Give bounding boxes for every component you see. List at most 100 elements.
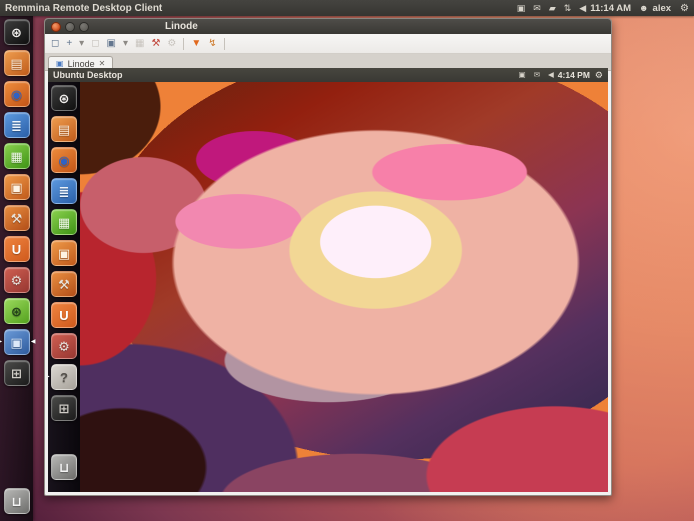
minimize-window-button[interactable]: ▼ bbox=[191, 39, 201, 49]
libreoffice-writer-icon: ≣ bbox=[59, 185, 70, 198]
launcher-item-libreoffice-writer[interactable]: ≣ bbox=[51, 178, 77, 204]
host-top-panel: Remmina Remote Desktop Client ▣ ✉ ▰ ⇅ ◀ 11:1… bbox=[0, 0, 694, 16]
remmina-toolbar: ◻ + ▾ ◻ ▣ ▾ ▦ ⚒ ⚙ ▼ ↯ bbox=[45, 34, 611, 54]
launcher-item-ubuntu-software[interactable]: ⊛ bbox=[4, 298, 30, 324]
libreoffice-writer-icon: ≣ bbox=[11, 119, 22, 132]
switch-resolution-menu-button[interactable]: ▾ bbox=[123, 39, 128, 49]
close-button[interactable] bbox=[51, 22, 61, 32]
remote-indicator-area: ▣ ✉ ◀ bbox=[519, 71, 558, 79]
remote-top-panel: Ubuntu Desktop ▣ ✉ ◀ 4:14 PM ⚙ bbox=[48, 68, 608, 82]
system-settings-icon: ⚙ bbox=[58, 340, 70, 353]
launcher-item-trash[interactable]: ⊔ bbox=[4, 488, 30, 514]
launcher-item-firefox[interactable]: ◉ bbox=[51, 147, 77, 173]
remote-session-icon[interactable]: ▣ bbox=[517, 4, 526, 13]
active-app-title: Remmina Remote Desktop Client bbox=[0, 3, 162, 14]
battery-icon[interactable]: ▰ bbox=[549, 4, 556, 13]
preferences-tools-button[interactable]: ⚒ bbox=[151, 39, 160, 49]
launcher-item-dash-home[interactable]: ⊛ bbox=[51, 85, 77, 111]
remote-session-gear-icon[interactable]: ⚙ bbox=[595, 70, 603, 81]
window-controls bbox=[51, 22, 93, 32]
libreoffice-impress-icon: ▣ bbox=[58, 247, 70, 260]
launcher-item-firefox[interactable]: ◉ bbox=[4, 81, 30, 107]
software-center-icon: ⚒ bbox=[11, 212, 23, 225]
launcher-item-unknown-window[interactable]: ?▶ bbox=[51, 364, 77, 390]
tab-close-icon[interactable]: ✕ bbox=[99, 60, 106, 68]
launcher-item-software-center[interactable]: ⚒ bbox=[51, 271, 77, 297]
remote-desktop-body: ⊛▤◉≣▦▣⚒U⚙?▶⊞⊔ bbox=[48, 82, 608, 492]
switch-resolution-button[interactable]: ▣ bbox=[107, 39, 116, 49]
sound-volume-icon[interactable]: ◀ bbox=[548, 71, 554, 79]
launcher-item-software-center[interactable]: ⚒ bbox=[4, 205, 30, 231]
launcher-item-libreoffice-writer[interactable]: ≣ bbox=[4, 112, 30, 138]
remote-viewport[interactable]: Ubuntu Desktop ▣✉◀ 4:14 PM ⚙ ⊛▤◉≣▦▣⚒U⚙?▶… bbox=[48, 68, 608, 492]
remote-clock[interactable]: 4:14 PM bbox=[558, 70, 590, 80]
firefox-icon: ◉ bbox=[11, 88, 22, 101]
session-indicator[interactable]: ☻ alex ⚙ bbox=[639, 3, 694, 14]
maximize-button[interactable] bbox=[79, 22, 89, 32]
firefox-icon: ◉ bbox=[58, 154, 69, 167]
messaging-mail-icon[interactable]: ✉ bbox=[533, 4, 541, 13]
launcher-item-trash[interactable]: ⊔ bbox=[51, 454, 77, 480]
scaled-mode-button[interactable]: ◻ bbox=[91, 39, 99, 49]
system-settings-icon: ⚙ bbox=[11, 274, 23, 287]
launcher-item-workspace-switcher[interactable]: ⊞ bbox=[4, 360, 30, 386]
launcher-item-libreoffice-calc[interactable]: ▦ bbox=[51, 209, 77, 235]
launcher-item-dash-home[interactable]: ⊛ bbox=[4, 19, 30, 45]
advanced-settings-button[interactable]: ⚙ bbox=[167, 39, 176, 49]
launcher-item-ubuntu-one[interactable]: U bbox=[51, 302, 77, 328]
host-indicator-area: ▣ ✉ ▰ ⇅ ◀ bbox=[517, 4, 590, 13]
remmina-window: Linode ◻ + ▾ ◻ ▣ ▾ ▦ ⚒ ⚙ ▼ ↯ ▣ Linode ✕ Ubuntu Des… bbox=[44, 18, 612, 496]
trash-icon: ⊔ bbox=[11, 495, 21, 508]
remote-desktop-title: Ubuntu Desktop bbox=[53, 70, 123, 80]
grab-keyboard-button[interactable]: ▦ bbox=[135, 39, 144, 49]
toggle-fullscreen-button[interactable]: ◻ bbox=[51, 39, 59, 49]
focused-indicator: ▶ bbox=[48, 374, 50, 380]
unknown-window-icon: ? bbox=[60, 371, 68, 384]
launcher-item-workspace-switcher[interactable]: ⊞ bbox=[51, 395, 77, 421]
toolbar-separator bbox=[224, 38, 225, 50]
libreoffice-impress-icon: ▣ bbox=[10, 181, 22, 194]
disconnect-button[interactable]: ↯ bbox=[208, 39, 216, 49]
files-icon: ▤ bbox=[58, 123, 70, 136]
minimize-button[interactable] bbox=[65, 22, 75, 32]
session-gear-icon[interactable]: ⚙ bbox=[680, 3, 689, 14]
dash-home-icon: ⊛ bbox=[59, 92, 70, 105]
ubuntu-software-icon: ⊛ bbox=[11, 305, 22, 318]
tab-label: Linode bbox=[68, 59, 95, 69]
launcher-item-system-settings[interactable]: ⚙ bbox=[4, 267, 30, 293]
launcher-item-ubuntu-one[interactable]: U bbox=[4, 236, 30, 262]
libreoffice-calc-icon: ▦ bbox=[58, 216, 70, 229]
sound-volume-icon[interactable]: ◀ bbox=[579, 4, 586, 13]
running-indicator: ▶ bbox=[0, 339, 2, 345]
workspace-switcher-icon: ⊞ bbox=[59, 402, 70, 415]
dash-home-icon: ⊛ bbox=[11, 26, 22, 39]
host-clock[interactable]: 11:14 AM bbox=[590, 3, 631, 14]
remote-session-icon[interactable]: ▣ bbox=[519, 71, 526, 79]
remote-unity-launcher: ⊛▤◉≣▦▣⚒U⚙?▶⊞⊔ bbox=[48, 82, 80, 492]
launcher-item-system-settings[interactable]: ⚙ bbox=[51, 333, 77, 359]
window-title: Linode bbox=[165, 21, 198, 32]
ubuntu-one-icon: U bbox=[59, 309, 68, 322]
focused-indicator: ◀ bbox=[31, 339, 36, 345]
toolbar-separator bbox=[183, 38, 184, 50]
ubuntu-one-icon: U bbox=[12, 243, 21, 256]
launcher-item-libreoffice-impress[interactable]: ▣ bbox=[4, 174, 30, 200]
launcher-item-files[interactable]: ▤ bbox=[4, 50, 30, 76]
host-unity-launcher: ⊛ ▤ ◉ ≣ ▦ ▣ ⚒ U ⚙ ⊛ ▣▶◀ ⊞ ⊔ bbox=[0, 16, 33, 521]
libreoffice-calc-icon: ▦ bbox=[10, 150, 22, 163]
workspace-switcher-icon: ⊞ bbox=[11, 367, 22, 380]
fit-window-button[interactable]: + bbox=[66, 39, 72, 49]
network-activity-icon[interactable]: ⇅ bbox=[564, 4, 572, 13]
launcher-item-libreoffice-impress[interactable]: ▣ bbox=[51, 240, 77, 266]
launcher-item-remmina[interactable]: ▣▶◀ bbox=[4, 329, 30, 355]
window-titlebar[interactable]: Linode bbox=[45, 19, 611, 34]
files-icon: ▤ bbox=[10, 57, 22, 70]
remote-wallpaper bbox=[80, 82, 608, 492]
fit-window-menu-button[interactable]: ▾ bbox=[79, 39, 84, 49]
username-label: alex bbox=[653, 3, 672, 14]
messaging-mail-icon[interactable]: ✉ bbox=[534, 71, 540, 79]
tab-screen-icon: ▣ bbox=[56, 60, 64, 68]
launcher-item-libreoffice-calc[interactable]: ▦ bbox=[4, 143, 30, 169]
launcher-item-files[interactable]: ▤ bbox=[51, 116, 77, 142]
trash-icon: ⊔ bbox=[59, 461, 69, 474]
